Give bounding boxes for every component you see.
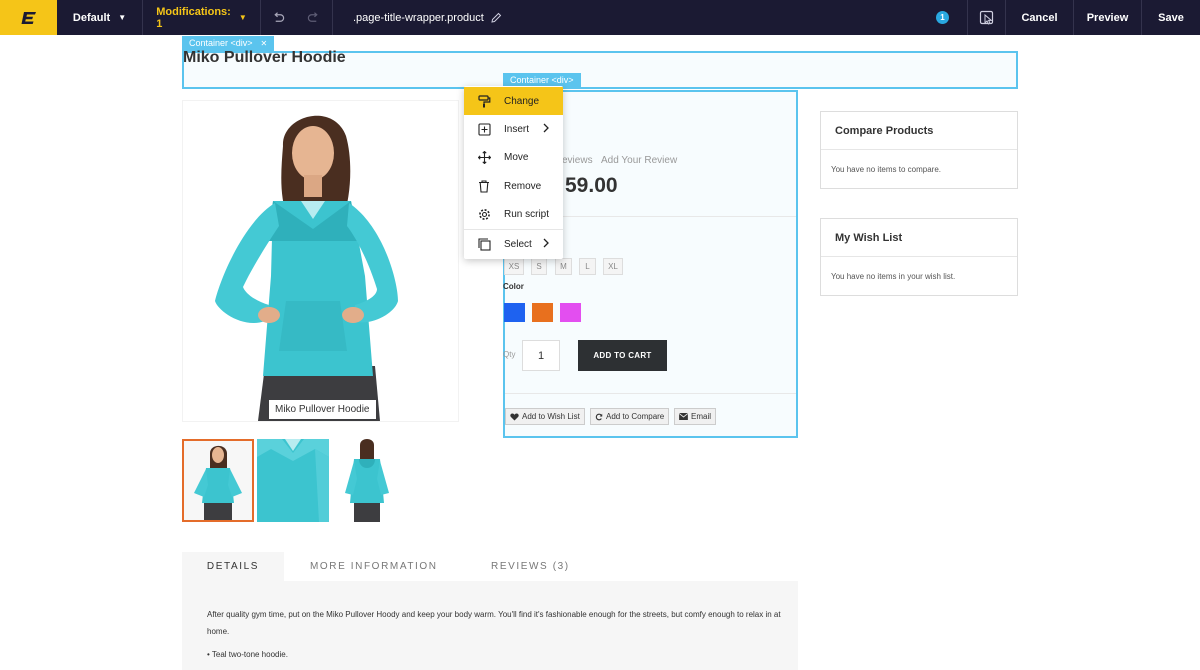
gear-icon [478,208,490,220]
plus-square-icon [477,122,491,136]
menu-item-insert[interactable]: Insert [464,115,563,143]
menu-item-change[interactable]: Change [464,87,563,115]
wish-list-block: My Wish List You have no items in your w… [820,218,1018,296]
menu-item-select[interactable]: Select [464,230,563,258]
chevron-right-icon [543,123,549,133]
menu-item-label: Remove [504,180,542,192]
color-swatch-blue[interactable] [504,303,525,322]
add-review-link[interactable]: Add Your Review [601,155,677,166]
qty-label: Qty [503,350,516,359]
cursor-select-icon [979,10,993,25]
brand-logo[interactable] [0,0,57,35]
qty-input[interactable]: 1 [522,340,560,371]
preview-button[interactable]: Preview [1074,0,1142,35]
envelope-icon [679,413,688,420]
menu-item-label: Insert [504,123,530,135]
tab-reviews[interactable]: REVIEWS (3) [491,552,570,581]
modifications-label: Modifications: 1 [156,5,231,30]
thumb-model-back-image [332,439,404,522]
size-option-s[interactable]: S [531,258,547,275]
gallery-thumb[interactable] [182,439,254,522]
wishlist-button-label: Add to Wish List [522,412,580,421]
redo-icon [307,12,318,22]
email-button-label: Email [691,412,712,421]
page-title: Miko Pullover Hoodie [183,49,346,66]
modifications-dropdown[interactable]: Modifications: 1 ▼ [143,0,261,35]
color-swatch-orange[interactable] [532,303,553,322]
brand-e-icon [21,11,36,24]
editor-toolbar: Default ▼ Modifications: 1 ▼ .page-title… [0,0,1200,35]
wish-list-empty: You have no items in your wish list. [831,271,956,281]
menu-item-remove[interactable]: Remove [464,172,563,200]
element-selector[interactable]: .page-title-wrapper.product [333,0,918,35]
menu-item-label: Change [504,95,540,107]
reviews-link[interactable]: eviews [562,155,593,166]
undo-icon [273,12,284,22]
size-option-l[interactable]: L [579,258,596,275]
hoodie-model-image [215,115,398,421]
add-to-compare-button[interactable]: Add to Compare [590,408,670,425]
thumb-model-front-image [184,441,252,520]
gallery-thumb[interactable] [257,439,329,522]
product-description: After quality gym time, put on the Miko … [207,610,781,636]
save-button[interactable]: Save [1142,0,1200,35]
experience-label: Default [72,11,111,24]
refresh-icon [595,413,603,420]
trash-icon [479,179,489,193]
color-label: Color [503,282,524,291]
menu-item-label: Run script [504,208,550,220]
cancel-button[interactable]: Cancel [1006,0,1074,35]
size-option-xl[interactable]: XL [603,258,623,275]
color-swatch-purple[interactable] [560,303,581,322]
add-to-wishlist-button[interactable]: Add to Wish List [505,408,585,425]
notification-badge: 1 [936,11,949,24]
undo-button[interactable] [261,0,295,35]
menu-item-label: Select [504,238,532,250]
size-option-xs[interactable]: XS [504,258,524,275]
menu-item-label: Move [504,151,529,163]
divider [505,393,796,394]
compare-products-title: Compare Products [821,112,1017,150]
paint-roller-icon [477,94,490,107]
title-container-label-text: Container <div> [189,38,253,48]
selector-text: .page-title-wrapper.product [353,11,484,24]
close-icon[interactable]: ✕ [261,39,268,48]
product-price: 59.00 [565,174,618,197]
gallery-caption: Miko Pullover Hoodie [269,400,376,419]
menu-item-run-script[interactable]: Run script [464,200,563,228]
tab-more-information[interactable]: MORE INFORMATION [310,552,438,581]
caret-down-icon: ▼ [118,13,127,22]
size-option-m[interactable]: M [555,258,572,275]
product-feature-item: • Teal two-tone hoodie. [207,650,288,659]
menu-item-move[interactable]: Move [464,143,563,171]
info-container-label-text: Container <div> [510,75,574,85]
move-arrows-icon [477,150,491,164]
tab-details[interactable]: DETAILS [182,552,284,581]
select-mode-button[interactable] [968,0,1006,35]
wish-list-title: My Wish List [821,219,1017,257]
chevron-right-icon [543,238,549,248]
pencil-icon[interactable] [490,12,502,24]
select-layers-icon [477,237,491,251]
compare-products-block: Compare Products You have no items to co… [820,111,1018,189]
gallery-thumb[interactable] [332,439,404,522]
caret-down-icon: ▼ [238,13,247,22]
product-gallery[interactable] [182,100,459,422]
redo-button[interactable] [295,0,333,35]
experience-dropdown[interactable]: Default ▼ [57,0,143,35]
add-to-cart-button[interactable]: ADD TO CART [578,340,667,371]
email-button[interactable]: Email [674,408,717,425]
thumb-hoodie-detail-image [257,439,329,522]
compare-button-label: Add to Compare [606,412,665,421]
notifications[interactable]: 1 [918,0,968,35]
context-menu: Change Insert Move Remove Run script Sel… [464,86,563,259]
compare-products-empty: You have no items to compare. [831,164,941,174]
heart-icon [510,412,519,421]
